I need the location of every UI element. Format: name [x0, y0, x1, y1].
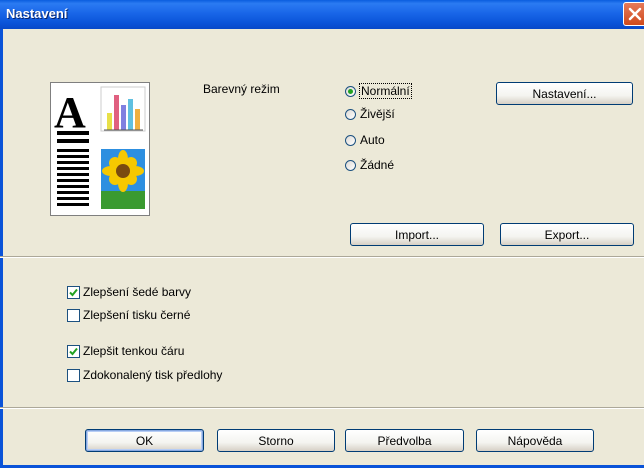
checkbox-thin-line-box[interactable] — [67, 344, 80, 358]
checkmark-icon — [69, 288, 78, 296]
radio-auto-indicator[interactable] — [345, 134, 356, 146]
sunflower-photo-icon — [101, 149, 145, 209]
radio-vivid[interactable]: Živější — [345, 106, 395, 122]
close-icon — [628, 7, 642, 21]
preview-image: A — [50, 82, 150, 216]
radio-none[interactable]: Žádné — [345, 157, 394, 173]
checkbox-gray-improvement-box[interactable] — [67, 285, 80, 299]
checkbox-gray-improvement[interactable]: Zlepšení šedé barvy — [67, 284, 191, 300]
window-border-left — [0, 29, 3, 468]
close-button[interactable] — [623, 2, 644, 26]
cancel-button[interactable]: Storno — [217, 429, 335, 452]
radio-none-label: Žádné — [360, 158, 395, 172]
radio-normal-label: Normální — [359, 83, 412, 99]
radio-vivid-label: Živější — [360, 107, 395, 121]
preset-button[interactable]: Předvolba — [345, 429, 464, 452]
radio-vivid-indicator[interactable] — [345, 108, 356, 120]
checkbox-pattern-printing[interactable]: Zdokonalený tisk předlohy — [67, 367, 222, 383]
preview-letter: A — [54, 88, 86, 137]
separator-top — [0, 256, 644, 258]
bar-chart-icon — [100, 86, 146, 132]
checkbox-thin-line-label: Zlepšit tenkou čáru — [83, 344, 185, 358]
radio-normal[interactable]: Normální — [345, 83, 412, 99]
title-bar[interactable]: Nastavení — [0, 0, 644, 29]
separator-bottom — [0, 407, 644, 409]
import-button[interactable]: Import... — [350, 223, 484, 246]
radio-auto-label: Auto — [360, 133, 385, 147]
radio-auto[interactable]: Auto — [345, 132, 385, 148]
settings-button[interactable]: Nastavení... — [496, 82, 633, 105]
checkbox-pattern-printing-label: Zdokonalený tisk předlohy — [83, 368, 223, 382]
export-button[interactable]: Export... — [500, 223, 634, 246]
help-button[interactable]: Nápověda — [476, 429, 594, 452]
color-mode-label: Barevný režim — [203, 82, 280, 96]
checkbox-black-improvement-label: Zlepšení tisku černé — [83, 308, 191, 322]
checkbox-black-improvement[interactable]: Zlepšení tisku černé — [67, 307, 190, 323]
window-title: Nastavení — [6, 6, 68, 21]
checkbox-pattern-printing-box[interactable] — [67, 368, 80, 382]
checkbox-gray-improvement-label: Zlepšení šedé barvy — [83, 285, 192, 299]
checkbox-thin-line[interactable]: Zlepšit tenkou čáru — [67, 343, 184, 359]
ok-button[interactable]: OK — [85, 429, 204, 452]
checkbox-black-improvement-box[interactable] — [67, 308, 80, 322]
checkmark-icon — [69, 347, 78, 355]
radio-normal-indicator[interactable] — [345, 85, 356, 97]
radio-none-indicator[interactable] — [345, 159, 356, 171]
document-preview-icon: A — [54, 86, 146, 209]
